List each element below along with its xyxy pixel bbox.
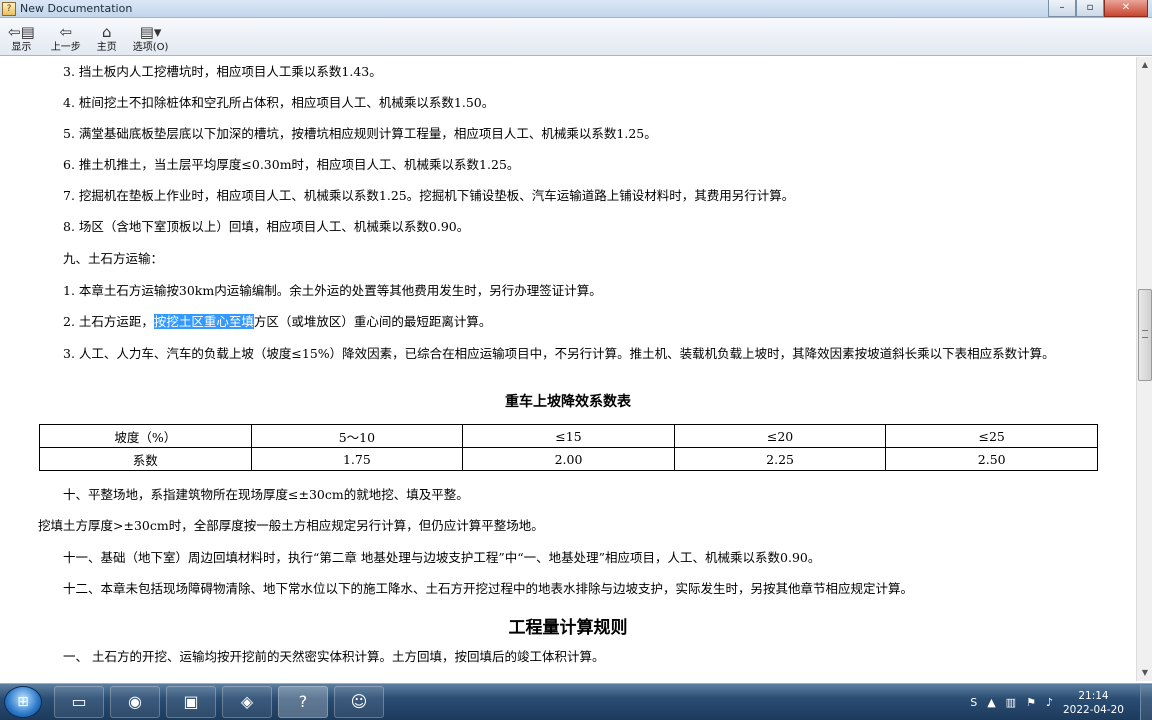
window-controls: – ▫ ✕: [1048, 0, 1148, 17]
clock-date: 2022-04-20: [1062, 703, 1124, 716]
paragraph: 7. 挖掘机在垫板上作业时，相应项目人工、机械乘以系数1.25。挖掘机下铺设垫板…: [63, 188, 795, 203]
home-icon: ⌂: [101, 23, 112, 41]
paragraph: 十二、本章未包括现场障碍物清除、地下常水位以下的施工降水、土石方开挖过程中的地表…: [63, 581, 914, 596]
scroll-down-arrow-icon[interactable]: ▼: [1137, 665, 1152, 681]
minimize-button[interactable]: –: [1048, 0, 1076, 17]
table-cell: 2.50: [885, 447, 1098, 471]
paragraph: 挖填土方厚度>±30cm时，全部厚度按一般土方相应规定另行计算，但仍应计算平整场…: [38, 518, 544, 533]
window-titlebar[interactable]: ? New Documentation – ▫ ✕: [0, 0, 1152, 18]
pdf-app-icon[interactable]: ◈: [222, 686, 272, 718]
options-icon: ▤▾: [139, 23, 162, 41]
media-app-icon[interactable]: ◉: [110, 686, 160, 718]
clock-time: 21:14: [1078, 689, 1109, 702]
document-content[interactable]: 3. 挡土板内人工挖槽坑时，相应项目人工乘以系数1.43。 4. 桩间挖土不扣除…: [0, 57, 1136, 681]
taskbar: ⊞ ▭ ◉ ▣ ◈ ? ☺ S ▲ ▥ ⚑ ♪ 21:14 2022-04-20: [0, 683, 1152, 720]
show-hidden-icons-icon[interactable]: ▲: [987, 696, 995, 709]
network-icon[interactable]: ▥: [1006, 696, 1016, 709]
table-cell: 系数: [39, 447, 252, 471]
scroll-thumb[interactable]: [1138, 289, 1152, 381]
volume-icon[interactable]: ♪: [1046, 696, 1053, 709]
table-cell: 2.00: [462, 447, 675, 471]
home-button[interactable]: ⌂ 主页: [89, 18, 125, 56]
table-cell: 坡度（%）: [39, 424, 252, 448]
vertical-scrollbar[interactable]: ▲ ▼: [1136, 57, 1152, 681]
coefficient-table: 坡度（%） 5～10 ≤15 ≤20 ≤25 系数 1.75 2.00 2.25…: [39, 424, 1098, 471]
help-document-icon: ?: [2, 1, 16, 16]
maximize-button[interactable]: ▫: [1076, 0, 1104, 17]
paragraph: 2. 土石方运距，按挖土区重心至填方区（或堆放区）重心间的最短距离计算。: [63, 314, 491, 330]
table-cell: ≤20: [673, 424, 887, 448]
flag-icon[interactable]: ⚑: [1026, 696, 1036, 709]
table-cell: 1.75: [250, 447, 464, 471]
table-cell: ≤25: [885, 424, 1098, 448]
paragraph: 十、平整场地，系指建筑物所在现场厚度≤±30cm的就地挖、填及平整。: [63, 487, 469, 502]
paragraph: 6. 推土机推土，当土层平均厚度≤0.30m时，相应项目人工、机械乘以系数1.2…: [63, 157, 520, 172]
options-button[interactable]: ▤▾ 选项(O): [125, 18, 177, 56]
section-heading: 九、土石方运输：: [63, 251, 164, 266]
table-cell: 5～10: [250, 424, 464, 448]
back-arrow-icon: ⇦: [59, 23, 73, 41]
help-toolbar: ⇦▤ 显示 ⇦ 上一步 ⌂ 主页 ▤▾ 选项(O): [0, 18, 1152, 56]
table-row: 坡度（%） 5～10 ≤15 ≤20 ≤25: [39, 424, 1098, 448]
show-panel-icon: ⇦▤: [8, 23, 35, 41]
paragraph: 3. 人工、人力车、汽车的负载上坡（坡度≤15%）降效因素，已综合在相应运输项目…: [63, 346, 1055, 361]
text-run: 2. 土石方运距，: [63, 314, 154, 329]
paragraph: 4. 桩间挖土不扣除桩体和空孔所占体积，相应项目人工、机械乘以系数1.50。: [63, 95, 495, 110]
close-button[interactable]: ✕: [1104, 0, 1148, 17]
back-button[interactable]: ⇦ 上一步: [43, 18, 89, 56]
table-title: 重车上坡降效系数表: [505, 394, 631, 410]
input-method-icon[interactable]: S: [970, 696, 977, 709]
help-app-icon[interactable]: ?: [278, 686, 328, 718]
system-tray: S ▲ ▥ ⚑ ♪ 21:14 2022-04-20: [970, 684, 1152, 720]
file-explorer-icon[interactable]: ▭: [54, 686, 104, 718]
section-title: 工程量计算规则: [508, 618, 628, 638]
paragraph: 8. 场区（含地下室顶板以上）回填，相应项目人工、机械乘以系数0.90。: [63, 219, 470, 234]
table-cell: ≤15: [462, 424, 675, 448]
show-button[interactable]: ⇦▤ 显示: [0, 18, 43, 56]
paragraph: 十一、基础（地下室）周边回填材料时，执行“第二章 地基处理与边坡支护工程”中“一…: [63, 550, 821, 565]
table-cell: 2.25: [673, 447, 887, 471]
table-row: 系数 1.75 2.00 2.25 2.50: [39, 447, 1098, 471]
text-run: 方区（或堆放区）重心间的最短距离计算。: [253, 314, 492, 329]
video-app-icon[interactable]: ▣: [166, 686, 216, 718]
paragraph: 3. 挡土板内人工挖槽坑时，相应项目人工乘以系数1.43。: [63, 64, 382, 79]
show-desktop-button[interactable]: [1140, 684, 1152, 720]
clock[interactable]: 21:14 2022-04-20: [1063, 689, 1124, 717]
grip-icon: [1142, 330, 1148, 338]
start-button[interactable]: ⊞: [4, 686, 42, 718]
selected-text[interactable]: 按挖土区重心至填: [153, 314, 254, 329]
paragraph: 1. 本章土石方运输按30km内运输编制。余土外运的处置等其他费用发生时，另行办…: [63, 283, 602, 298]
window-title: New Documentation: [20, 2, 133, 15]
scroll-up-arrow-icon[interactable]: ▲: [1137, 57, 1152, 73]
live-app-icon[interactable]: ☺: [334, 686, 384, 718]
paragraph: 一、 土石方的开挖、运输均按开挖前的天然密实体积计算。土方回填，按回填后的竣工体…: [63, 649, 605, 664]
paragraph: 5. 满堂基础底板垫层底以下加深的槽坑，按槽坑相应规则计算工程量，相应项目人工、…: [63, 126, 657, 141]
